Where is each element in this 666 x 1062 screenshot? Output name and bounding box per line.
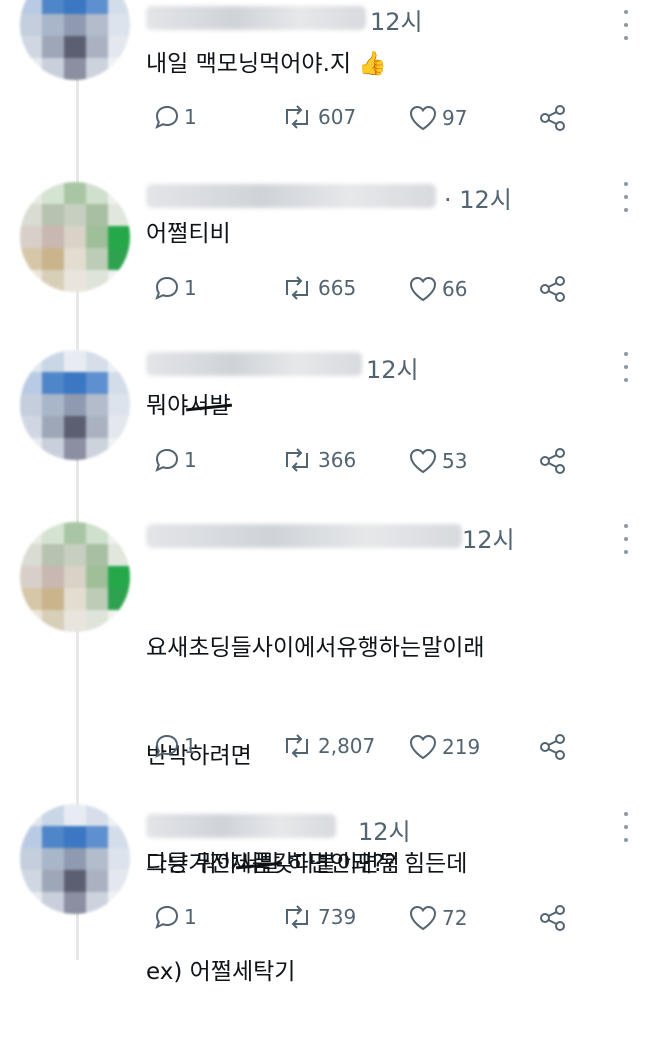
reply-count: 1 [184, 105, 197, 129]
heart-icon [409, 105, 437, 131]
share-icon [540, 734, 565, 760]
retweet-button[interactable]: 2,807 [280, 733, 375, 759]
share-icon [540, 905, 565, 931]
tweet-text-start: 그냥 뭐야 [146, 851, 238, 877]
retweet-count: 665 [318, 276, 357, 300]
reply-count: 1 [184, 448, 197, 472]
tweet-actions: 1 739 72 [154, 904, 584, 934]
avatar[interactable] [20, 804, 130, 914]
share-button[interactable] [538, 104, 568, 132]
reply-count: 1 [184, 734, 197, 758]
reply-icon [155, 734, 179, 758]
more-icon[interactable] [616, 524, 636, 554]
tweet-text-start: 뭐야 [146, 393, 189, 419]
share-button[interactable] [538, 447, 568, 475]
reply-icon [155, 905, 179, 929]
reply-count: 1 [184, 905, 197, 929]
like-count: 66 [442, 277, 468, 301]
tweet-time: 12시 [358, 818, 411, 846]
avatar[interactable] [20, 522, 130, 632]
avatar[interactable] [20, 0, 130, 80]
retweet-count: 739 [318, 905, 357, 929]
avatar[interactable] [20, 350, 130, 460]
tweet-actions: 1 607 97 [154, 104, 584, 134]
struck-word: 서발 [238, 846, 280, 882]
user-handle-redacted[interactable] [146, 524, 462, 548]
tweet-text: 뭐야서발 [146, 388, 231, 424]
reply-button[interactable]: 1 [154, 447, 197, 473]
heart-icon [409, 734, 437, 760]
reply-icon [155, 276, 179, 300]
reply-icon [155, 105, 179, 129]
retweet-count: 607 [318, 105, 357, 129]
share-button[interactable] [538, 733, 568, 761]
share-icon [540, 105, 565, 131]
tweet-actions: 1 366 53 [154, 447, 584, 477]
retweet-icon [286, 276, 308, 300]
share-button[interactable] [538, 275, 568, 303]
like-count: 219 [442, 735, 481, 759]
tweet-text: 그냥 뭐야서발 하면안돼?? 힘든데 [146, 846, 467, 882]
tweet-actions: 1 665 66 [154, 275, 584, 305]
retweet-count: 366 [318, 448, 357, 472]
user-handle-redacted[interactable] [146, 814, 336, 838]
retweet-button[interactable]: 366 [280, 447, 356, 473]
tweet-time: 12시 [462, 526, 515, 554]
tweet-time: 12시 [370, 8, 423, 36]
like-count: 72 [442, 906, 468, 930]
more-icon[interactable] [616, 812, 636, 842]
share-icon [540, 448, 565, 474]
reply-button[interactable]: 1 [154, 104, 197, 130]
like-count: 53 [442, 449, 468, 473]
retweet-icon [286, 734, 308, 758]
retweet-button[interactable]: 665 [280, 275, 356, 301]
tweet-actions: 1 2,807 219 [154, 733, 584, 763]
tweet-text-line: ex) 어쩔세탁기 [146, 959, 296, 985]
share-button[interactable] [538, 904, 568, 932]
share-icon [540, 276, 565, 302]
retweet-button[interactable]: 739 [280, 904, 356, 930]
like-button[interactable]: 66 [408, 275, 467, 303]
retweet-icon [286, 105, 308, 129]
user-handle-redacted[interactable] [146, 352, 362, 376]
user-handle-redacted[interactable] [146, 184, 436, 208]
reply-button[interactable]: 1 [154, 904, 197, 930]
user-handle-redacted[interactable] [146, 6, 366, 30]
reply-count: 1 [184, 276, 197, 300]
tweet-text-end: 하면안돼?? 힘든데 [280, 851, 468, 877]
like-count: 97 [442, 106, 468, 130]
like-button[interactable]: 97 [408, 104, 467, 132]
heart-icon [409, 448, 437, 474]
retweet-count: 2,807 [318, 734, 376, 758]
more-icon[interactable] [616, 10, 636, 40]
struck-word: 서발 [188, 388, 230, 424]
more-icon[interactable] [616, 182, 636, 212]
heart-icon [409, 276, 437, 302]
tweet-text: 어쩔티비 [146, 221, 231, 247]
retweet-icon [286, 448, 308, 472]
retweet-button[interactable]: 607 [280, 104, 356, 130]
like-button[interactable]: 53 [408, 447, 467, 475]
like-button[interactable]: 72 [408, 904, 467, 932]
reply-icon [155, 448, 179, 472]
heart-icon [409, 905, 437, 931]
tweet-time: · 12시 [444, 186, 512, 214]
avatar[interactable] [20, 182, 130, 292]
more-icon[interactable] [616, 352, 636, 382]
reply-button[interactable]: 1 [154, 733, 197, 759]
like-button[interactable]: 219 [408, 733, 480, 761]
reply-button[interactable]: 1 [154, 275, 197, 301]
tweet-time: 12시 [366, 356, 419, 384]
tweet-text: 내일 맥모닝먹어야.지 👍 [146, 51, 388, 77]
retweet-icon [286, 905, 308, 929]
tweet-text-line: 요새초딩들사이에서유행하는말이래 [146, 635, 485, 661]
tweet-text: 요새초딩들사이에서유행하는말이래 반박하려면 다른가전제품갖다붙이면됨 ex) … [146, 558, 485, 1062]
